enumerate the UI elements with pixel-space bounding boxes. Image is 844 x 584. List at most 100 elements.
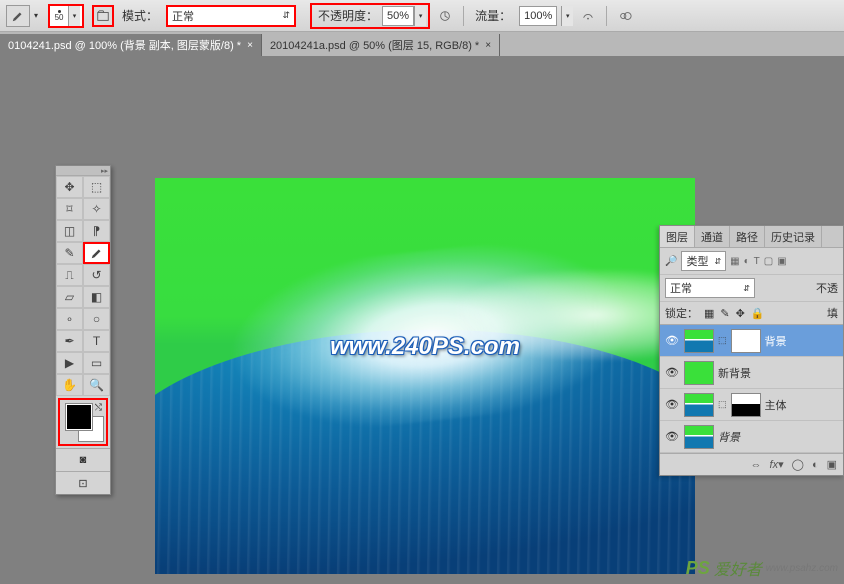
visibility-icon[interactable]: 👁 [664,430,680,443]
brush-preview-dot: 50 [52,9,66,23]
tool-preset-picker[interactable] [6,5,30,27]
path-select-tool[interactable]: ▶ [56,352,83,374]
separator [606,6,607,26]
mode-label: 模式： [118,7,162,24]
visibility-icon[interactable]: 👁 [664,398,680,411]
dodge-tool[interactable]: ○ [83,308,110,330]
filter-adjust-icon[interactable]: ◐ [744,256,750,267]
filter-pixel-icon[interactable]: ▦ [730,256,739,267]
move-tool[interactable]: ✥ [56,176,83,198]
swap-colors-icon[interactable]: ⤭ [95,402,102,413]
brush-preset-picker[interactable]: 50 ▾ [48,4,84,28]
screen-mode-toggle[interactable]: ⊡ [56,472,110,494]
document-tab[interactable]: 20104241a.psd @ 50% (图层 15, RGB/8) * × [262,34,500,56]
hand-tool[interactable]: ✋ [56,374,83,396]
pen-tool[interactable]: ✒ [56,330,83,352]
gradient-tool[interactable]: ◧ [83,286,110,308]
quick-mask-toggle[interactable]: ◙ [56,449,110,471]
visibility-icon[interactable]: 👁 [664,334,680,347]
tab-layers[interactable]: 图层 [660,226,695,247]
layer-item[interactable]: 👁 新背景 [660,357,843,389]
toolbox-header[interactable]: ▸▸ [56,166,110,176]
tab-channels[interactable]: 通道 [695,226,730,247]
opacity-short-label: 不透 [816,280,838,296]
lock-all-icon[interactable]: 🔒 [751,307,765,320]
color-swatches[interactable]: ⤭ [58,398,108,446]
document-tab[interactable]: 0104241.psd @ 100% (背景 副本, 图层蒙版/8) * × [0,34,262,56]
zoom-tool[interactable]: 🔍 [83,374,110,396]
flow-input[interactable]: 100% [519,6,557,26]
adjustment-icon[interactable]: ◐ [812,459,819,471]
blur-tool[interactable]: ∘ [56,308,83,330]
lock-label: 锁定： [665,305,698,321]
link-icon[interactable]: ⬚ [718,399,727,410]
tab-history[interactable]: 历史记录 [765,226,822,247]
close-icon[interactable]: × [247,40,253,51]
layer-item[interactable]: 👁 背景 [660,421,843,453]
layer-thumb[interactable] [684,393,714,417]
chevron-down-icon[interactable]: ▾ [68,6,80,26]
lock-trans-icon[interactable]: ▦ [704,307,714,320]
history-brush-tool[interactable]: ↺ [83,264,110,286]
eyedropper-tool[interactable]: ⁋ [83,220,110,242]
search-icon: 🔎 [665,256,677,267]
link-layers-icon[interactable]: ⇔ [751,459,762,471]
tab-title: 20104241a.psd @ 50% (图层 15, RGB/8) * [270,37,479,53]
shape-tool[interactable]: ▭ [83,352,110,374]
visibility-icon[interactable]: 👁 [664,366,680,379]
layer-thumb[interactable] [684,329,714,353]
canvas-watermark: www.240PS.com [330,333,520,361]
preset-arrow[interactable]: ▾ [34,11,38,20]
filter-icons: ▦ ◐ T ▢ ▣ [730,256,787,267]
flow-label: 流量： [471,7,515,24]
filter-shape-icon[interactable]: ▢ [764,256,773,267]
lock-pixel-icon[interactable]: ✎ [720,307,729,320]
link-icon[interactable]: ⬚ [718,335,727,346]
pressure-size-icon[interactable] [614,5,636,27]
mask-thumb[interactable] [731,329,761,353]
flow-arrow[interactable]: ▾ [561,6,573,26]
blend-mode-dropdown[interactable]: 正常 ⇵ [166,5,296,27]
layer-thumb[interactable] [684,425,714,449]
filter-kind-dropdown[interactable]: 类型⇵ [681,251,726,271]
filter-type-icon[interactable]: T [754,256,760,267]
brush-panel-toggle[interactable] [92,5,114,27]
layer-blend-dropdown[interactable]: 正常⇵ [665,278,755,298]
foreground-color[interactable] [66,404,92,430]
layer-item[interactable]: 👁 ⬚ 背景 [660,325,843,357]
group-icon[interactable]: ▣ [827,458,837,471]
stamp-tool[interactable]: ⎍ [56,264,83,286]
layer-item[interactable]: 👁 ⬚ 主体 [660,389,843,421]
opacity-input[interactable]: 50% [382,6,414,26]
layer-thumb[interactable] [684,361,714,385]
tab-paths[interactable]: 路径 [730,226,765,247]
eraser-tool[interactable]: ▱ [56,286,83,308]
separator [463,6,464,26]
fill-label: 填 [827,305,838,321]
airbrush-icon[interactable] [577,5,599,27]
filter-smart-icon[interactable]: ▣ [777,256,786,267]
crop-tool[interactable]: ◫ [56,220,83,242]
mask-icon[interactable]: ◯ [792,458,804,471]
mask-thumb[interactable] [731,393,761,417]
opacity-arrow[interactable]: ▾ [414,6,426,26]
tab-title: 0104241.psd @ 100% (背景 副本, 图层蒙版/8) * [8,37,241,53]
document-tab-bar: 0104241.psd @ 100% (背景 副本, 图层蒙版/8) * × 2… [0,32,844,56]
canvas[interactable]: www.240PS.com [155,178,695,574]
marquee-tool[interactable]: ⬚ [83,176,110,198]
fx-icon[interactable]: fx▾ [770,458,784,471]
watermark-text: 爱好者 [714,556,762,580]
lock-pos-icon[interactable]: ✥ [736,307,745,320]
brush-icon [11,9,25,23]
brush-tool[interactable] [83,242,110,264]
healing-tool[interactable]: ✎ [56,242,83,264]
chevron-updown-icon: ⇵ [282,10,290,21]
panel-tabs: 图层 通道 路径 历史记录 [660,226,843,248]
magic-wand-tool[interactable]: ✧ [83,198,110,220]
watermark-url: www.psahz.com [766,563,838,574]
close-icon[interactable]: × [485,40,491,51]
lasso-tool[interactable]: ⌑ [56,198,83,220]
type-tool[interactable]: T [83,330,110,352]
opacity-label: 不透明度： [314,7,382,24]
pressure-opacity-icon[interactable] [434,5,456,27]
